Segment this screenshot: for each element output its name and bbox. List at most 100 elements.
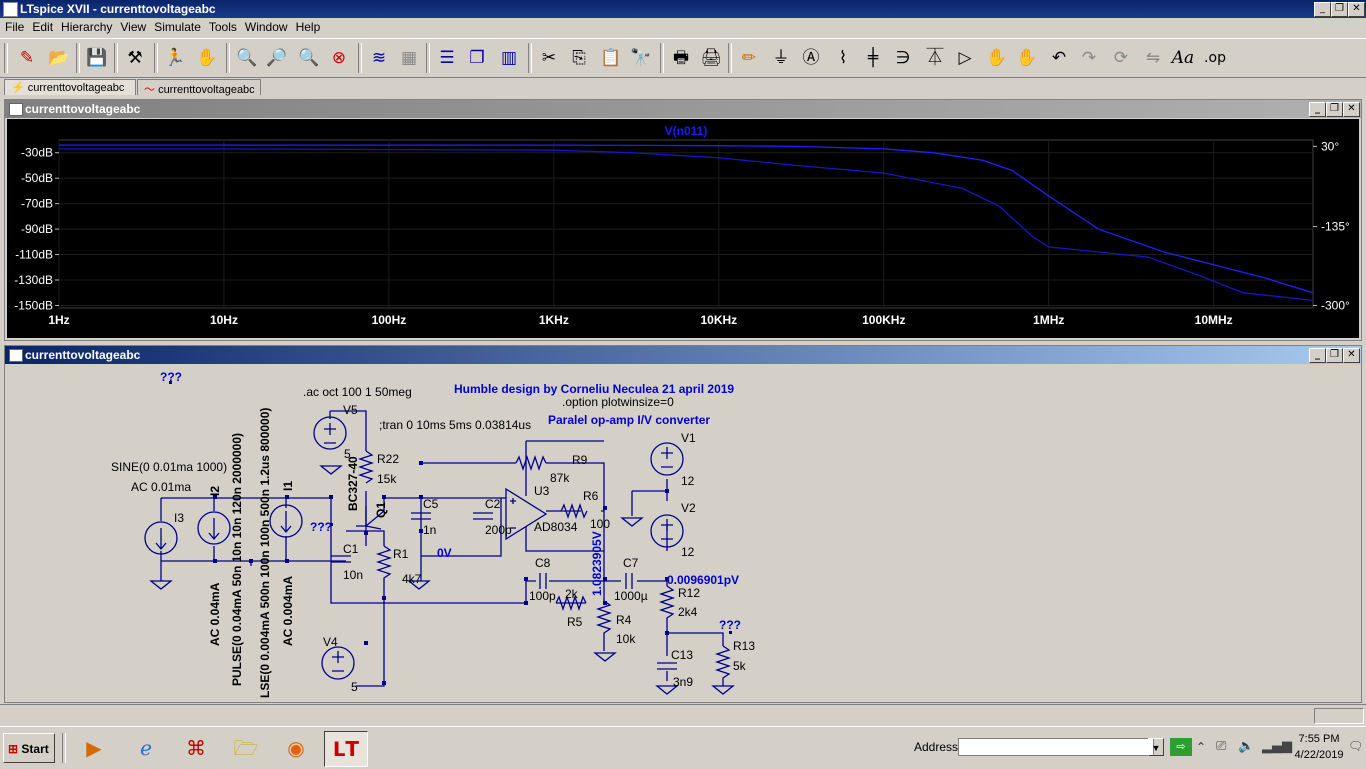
c8-name: C8: [535, 556, 551, 570]
paste-icon[interactable]: 📋: [598, 45, 624, 71]
unknown-mark-3: ???: [719, 618, 741, 632]
r1-value: 4k7: [402, 572, 422, 586]
zoom-pan-icon[interactable]: 🔎: [264, 45, 290, 71]
capacitor-icon[interactable]: ╪: [860, 45, 886, 71]
v4-name: V4: [323, 635, 338, 649]
r13-name: R13: [733, 639, 755, 653]
menu-tools[interactable]: Tools: [205, 18, 241, 34]
tran-directive: ;tran 0 10ms 5ms 0.03814us: [379, 418, 531, 432]
plot-close-button[interactable]: ✕: [1343, 102, 1360, 117]
address-input[interactable]: [958, 738, 1154, 756]
resistor-icon[interactable]: ⌇: [830, 45, 856, 71]
waveform-window-icon: [9, 103, 23, 116]
volume-icon[interactable]: 🔈: [1238, 739, 1254, 754]
start-button[interactable]: ⊞ Start: [3, 733, 55, 763]
toolbar-separator: [426, 43, 430, 73]
plot-x-tick-label: 1MHz: [1033, 313, 1064, 327]
r13-value: 5k: [733, 659, 747, 673]
firefox-icon[interactable]: ◉: [278, 731, 314, 765]
plot-restore-button[interactable]: ❐: [1326, 102, 1343, 117]
waveform-tab-icon: 〜: [144, 84, 155, 96]
tray-expand-icon[interactable]: ⌃: [1196, 740, 1206, 754]
label-net-icon[interactable]: Ⓐ: [798, 45, 824, 71]
plot-minimize-button[interactable]: _: [1309, 102, 1326, 117]
pdf-reader-icon[interactable]: ⌘: [178, 731, 214, 765]
menu-hierarchy[interactable]: Hierarchy: [57, 18, 116, 34]
drag-icon[interactable]: ✋: [1014, 45, 1040, 71]
menu-bar: File Edit Hierarchy View Simulate Tools Window…: [0, 18, 1366, 38]
r5-value: 2k: [565, 587, 579, 601]
save-icon[interactable]: 💾: [84, 45, 110, 71]
menu-help[interactable]: Help: [292, 18, 325, 34]
run-icon[interactable]: 🏃: [162, 45, 188, 71]
tile-horizontal-icon[interactable]: ☰: [434, 45, 460, 71]
grid-icon[interactable]: ▦: [396, 45, 422, 71]
draw-wire-icon[interactable]: ✏: [736, 45, 762, 71]
bode-plot[interactable]: 1Hz 10Hz 100Hz 1KHz 10KHz 100KHz 1MHz 10MHz -30d…: [7, 119, 1359, 338]
network-icon[interactable]: ▂▄▆: [1262, 739, 1292, 754]
v2-name: V2: [681, 501, 696, 515]
print-icon[interactable]: 🖨: [698, 45, 724, 71]
schematic-restore-button[interactable]: ❐: [1326, 348, 1343, 363]
ltspice-icon[interactable]: ᒪT: [324, 731, 368, 767]
media-player-icon[interactable]: ▶: [76, 731, 112, 765]
notification-icon[interactable]: 🗨: [1348, 739, 1363, 753]
schematic-window: currenttovoltageabc _ ❐ ✕ .ac oct 100 1 …: [4, 345, 1362, 703]
autorange-icon[interactable]: ≋: [366, 45, 392, 71]
mirror-icon[interactable]: ⇋: [1140, 45, 1166, 71]
component-icon[interactable]: ▷: [952, 45, 978, 71]
rotate-icon[interactable]: ⟳: [1108, 45, 1134, 71]
schematic-minimize-button[interactable]: _: [1309, 348, 1326, 363]
open-icon[interactable]: 📂: [46, 45, 72, 71]
close-button[interactable]: ✕: [1348, 2, 1365, 17]
tab-waveform[interactable]: 〜 currenttovoltageabc: [137, 79, 261, 96]
clock-date[interactable]: 4/22/2019: [1290, 749, 1348, 761]
converter-comment: Paralel op-amp I/V converter: [548, 413, 710, 427]
zoom-in-icon[interactable]: 🔍: [234, 45, 260, 71]
undo-icon[interactable]: ↶: [1046, 45, 1072, 71]
diode-icon[interactable]: ⏄: [922, 45, 948, 71]
text-icon[interactable]: Aa: [1170, 45, 1196, 71]
menu-simulate[interactable]: Simulate: [150, 18, 205, 34]
menu-window[interactable]: Window: [241, 18, 292, 34]
address-dropdown-button[interactable]: ▼: [1148, 738, 1164, 756]
menu-edit[interactable]: Edit: [28, 18, 57, 34]
menu-view[interactable]: View: [116, 18, 150, 34]
control-panel-icon[interactable]: ⚒: [122, 45, 148, 71]
redo-icon[interactable]: ↷: [1076, 45, 1102, 71]
i3-sine-value: SINE(0 0.01ma 1000): [111, 460, 227, 474]
i1-name: I1: [281, 481, 295, 491]
schematic-canvas[interactable]: .ac oct 100 1 50meg ;tran 0 10ms 5ms 0.0…: [7, 365, 1359, 700]
cascade-icon[interactable]: ❐: [464, 45, 490, 71]
copy-icon[interactable]: ⎘: [566, 45, 592, 71]
tile-vertical-icon[interactable]: ▥: [496, 45, 522, 71]
restore-button[interactable]: ❐: [1331, 2, 1348, 17]
zoom-fit-icon[interactable]: ⊗: [326, 45, 352, 71]
menu-file[interactable]: File: [0, 18, 28, 34]
v2-value: 12: [681, 545, 695, 559]
halt-icon[interactable]: ✋: [194, 45, 220, 71]
r6-value: 100: [590, 517, 610, 531]
move-icon[interactable]: ✋: [984, 45, 1010, 71]
schematic-close-button[interactable]: ✕: [1343, 348, 1360, 363]
tab-schematic[interactable]: ⚡ currenttovoltageabc: [4, 79, 136, 95]
zoom-out-icon[interactable]: 🔍: [296, 45, 322, 71]
i2-ac-value: AC 0.04mA: [208, 582, 222, 646]
r12-name: R12: [678, 586, 700, 600]
ground-icon[interactable]: ⏚: [768, 45, 794, 71]
i1-pulse-value: LSE(0 0.004mA 500n 100n 100n 500n 1.2us …: [258, 408, 272, 698]
print-setup-icon[interactable]: 🖶: [668, 45, 694, 71]
spice-directive-icon[interactable]: .op: [1202, 45, 1228, 71]
clock-time[interactable]: 7:55 PM: [1294, 733, 1344, 745]
i1-ac-value: AC 0.004mA: [281, 576, 295, 646]
go-button[interactable]: ⇨: [1170, 738, 1192, 756]
inductor-icon[interactable]: ∋: [890, 45, 916, 71]
minimize-button[interactable]: _: [1314, 2, 1331, 17]
find-icon[interactable]: 🔭: [628, 45, 654, 71]
file-explorer-icon[interactable]: 🗁: [228, 731, 264, 765]
tray-device-icon[interactable]: ⎚: [1216, 739, 1226, 754]
status-panel: [1314, 708, 1364, 724]
new-schematic-icon[interactable]: ✎: [14, 45, 40, 71]
cut-icon[interactable]: ✂: [536, 45, 562, 71]
internet-explorer-icon[interactable]: ℯ: [128, 731, 164, 765]
